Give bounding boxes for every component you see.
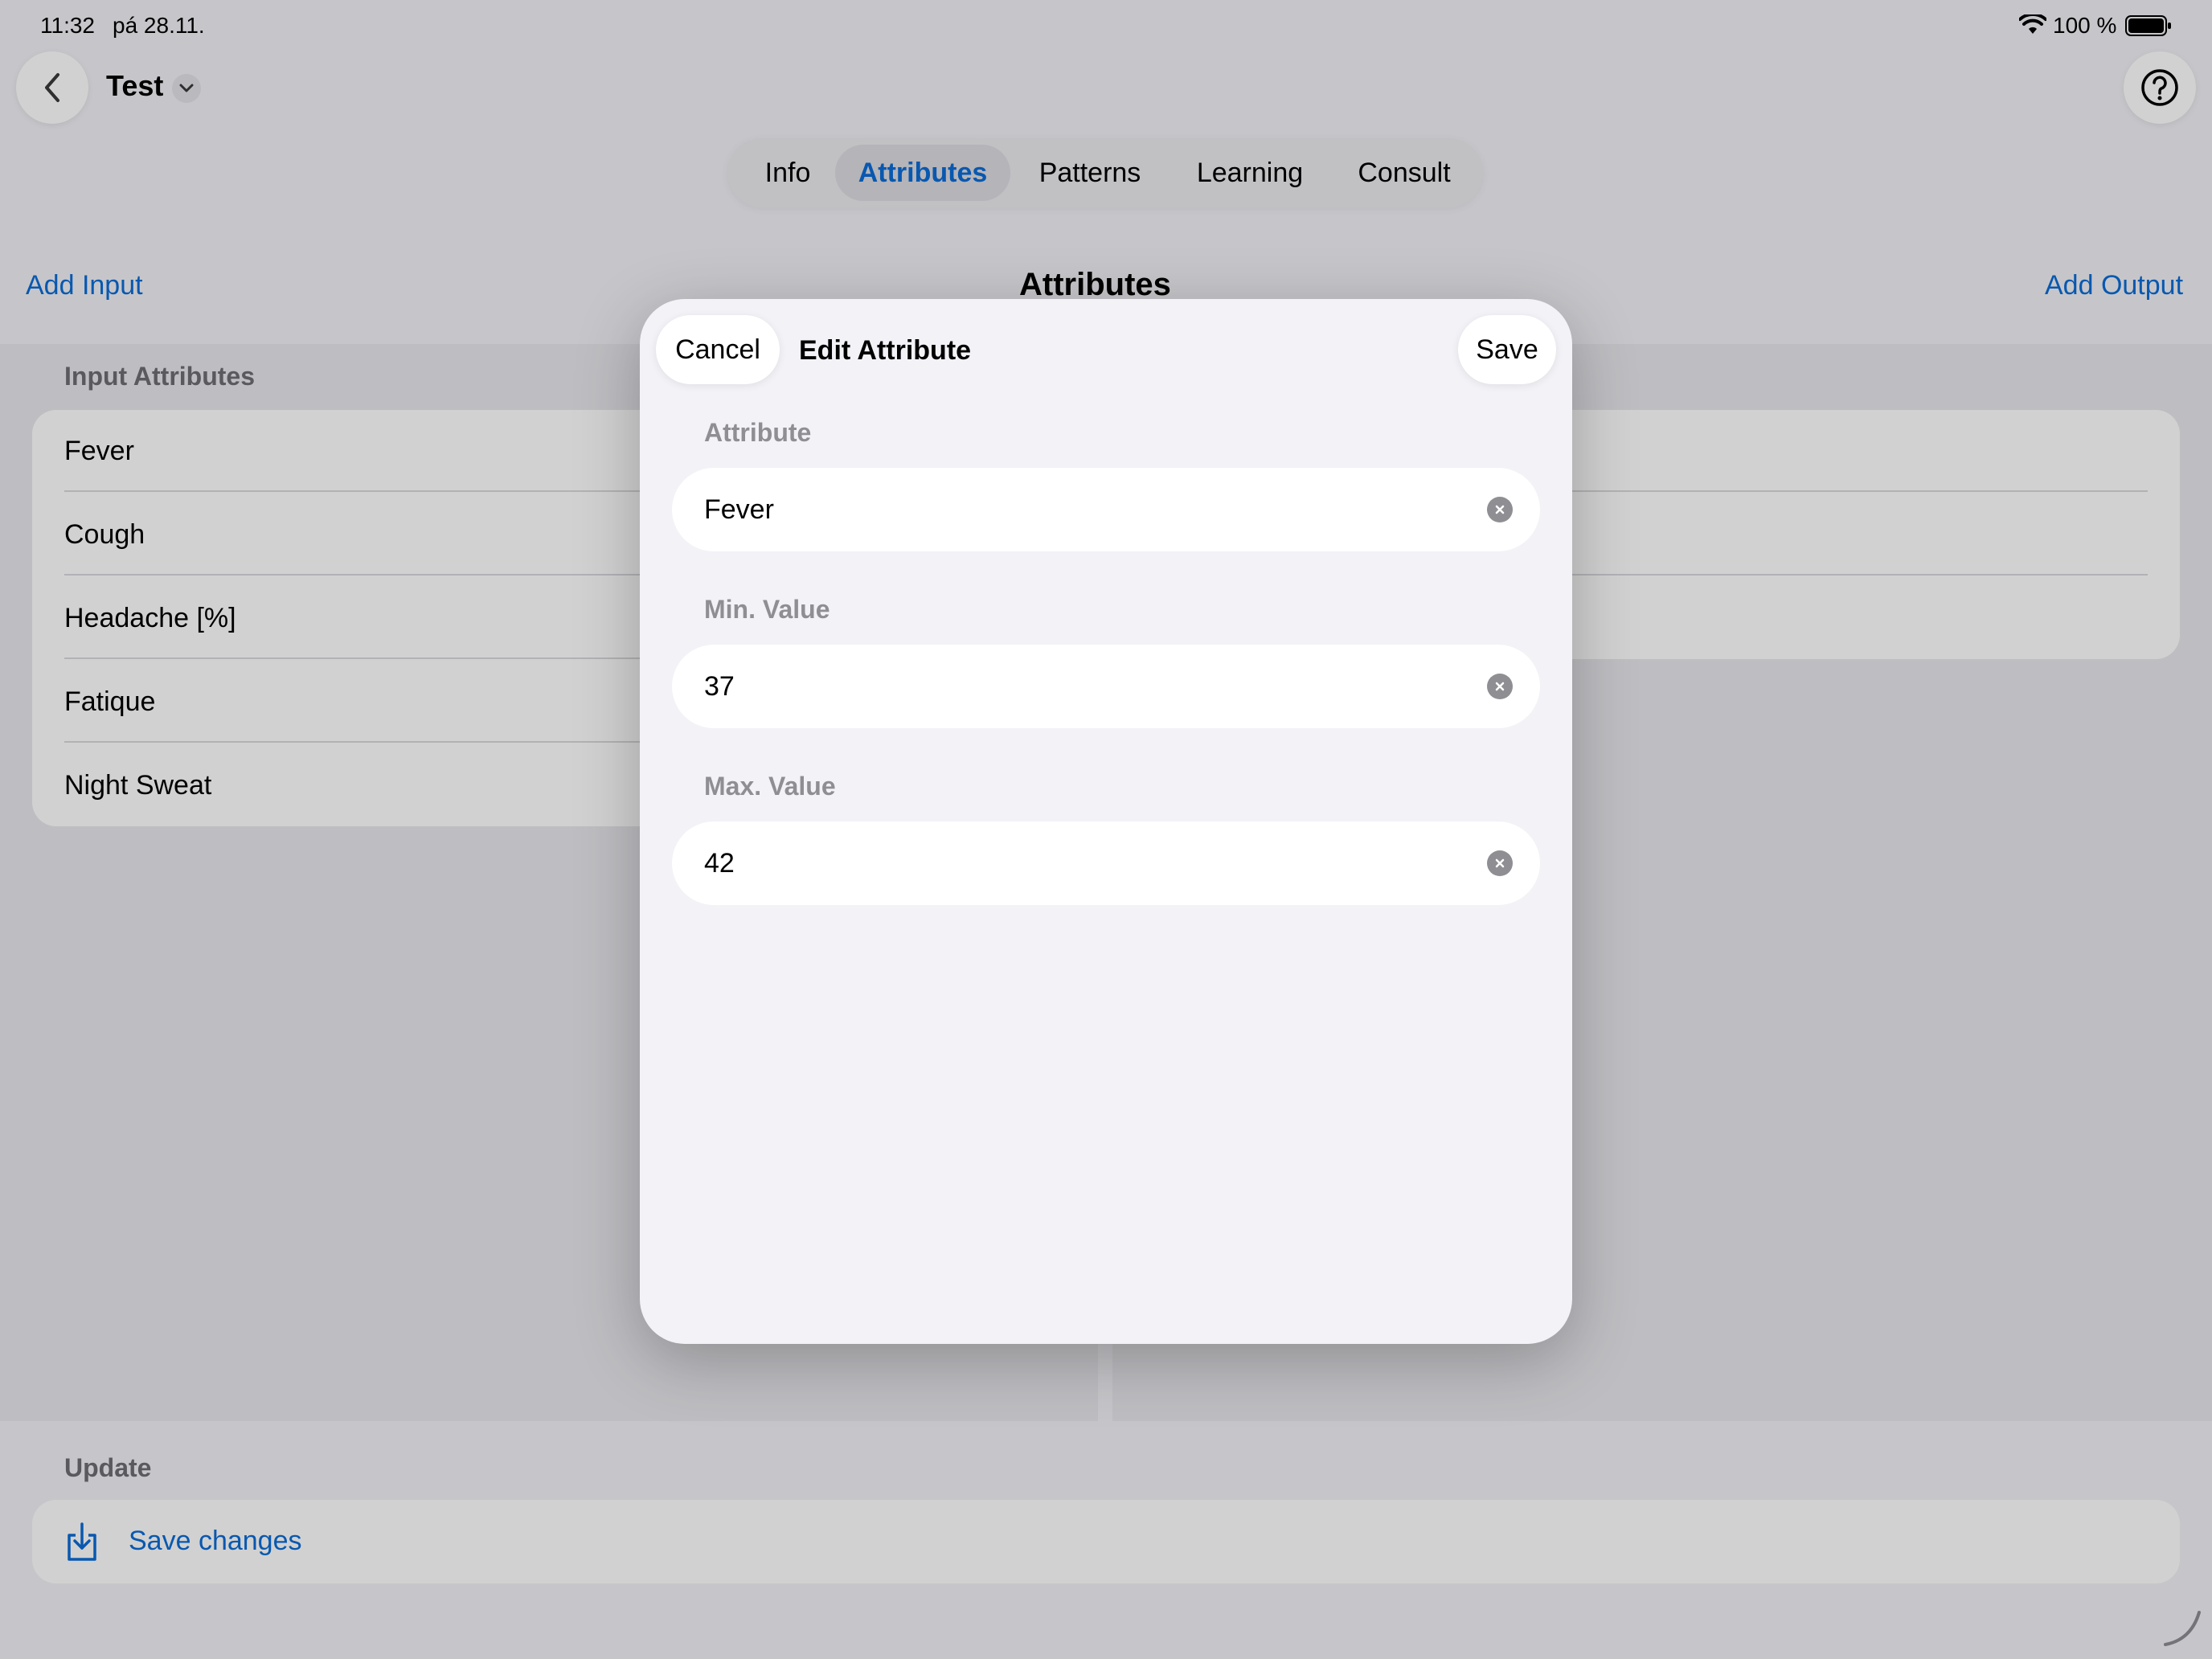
- cancel-button[interactable]: Cancel: [656, 315, 780, 384]
- attribute-input[interactable]: [704, 468, 1428, 551]
- attribute-field[interactable]: [672, 468, 1540, 551]
- max-value-field[interactable]: [672, 821, 1540, 905]
- min-value-input[interactable]: [704, 645, 1428, 728]
- clear-icon: [1495, 682, 1505, 691]
- attribute-label: Attribute: [704, 418, 812, 447]
- max-value-label: Max. Value: [704, 772, 836, 801]
- edit-attribute-sheet: Cancel Edit Attribute Save Attribute Min…: [640, 299, 1572, 1344]
- clear-icon: [1495, 858, 1505, 868]
- clear-icon: [1495, 505, 1505, 514]
- clear-min-value-button[interactable]: [1487, 674, 1513, 699]
- max-value-input[interactable]: [704, 821, 1428, 905]
- clear-attribute-button[interactable]: [1487, 497, 1513, 522]
- clear-max-value-button[interactable]: [1487, 850, 1513, 876]
- min-value-label: Min. Value: [704, 595, 830, 624]
- sheet-title: Edit Attribute: [799, 335, 972, 366]
- min-value-field[interactable]: [672, 645, 1540, 728]
- save-button[interactable]: Save: [1458, 315, 1556, 384]
